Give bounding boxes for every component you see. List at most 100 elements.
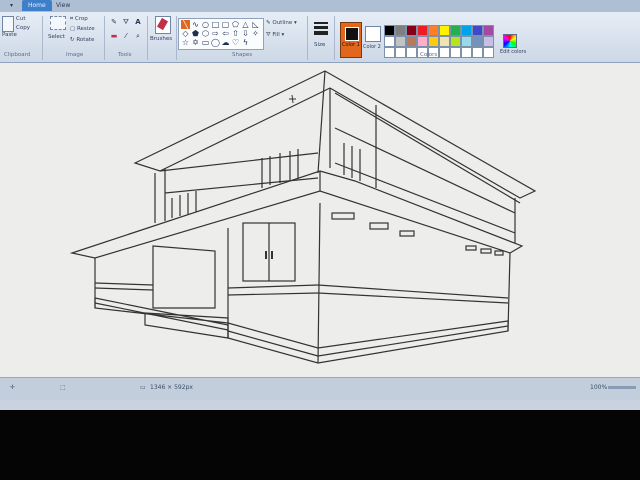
palette-swatch[interactable] bbox=[428, 36, 439, 47]
size-icon[interactable] bbox=[314, 22, 328, 37]
callout-rect-shape-icon[interactable]: ▭ bbox=[201, 38, 210, 47]
size-button[interactable]: Size bbox=[314, 42, 325, 48]
palette-swatch[interactable] bbox=[395, 47, 406, 58]
arrow-right-shape-icon[interactable]: ⇨ bbox=[211, 29, 220, 38]
tab-view[interactable]: View bbox=[50, 0, 76, 11]
palette-swatch[interactable] bbox=[472, 36, 483, 47]
palette-swatch[interactable] bbox=[483, 25, 494, 36]
palette-swatch[interactable] bbox=[472, 47, 483, 58]
cut-button[interactable]: Cut bbox=[16, 16, 25, 22]
palette-swatch[interactable] bbox=[406, 47, 417, 58]
color2-label: Color 2 bbox=[363, 44, 381, 50]
cursor-position-icon: ✛ bbox=[10, 384, 16, 391]
chevron-down-icon: ▾ bbox=[279, 32, 285, 38]
select-icon[interactable] bbox=[50, 16, 66, 30]
status-bar: ✛ ⬚ ▭ 1346 × 592px 100% bbox=[0, 377, 640, 400]
rotate-button[interactable]: ↻ Rotate bbox=[70, 37, 94, 43]
outline-button[interactable]: ✎ Outline ▾ bbox=[266, 20, 297, 26]
brushes-icon[interactable] bbox=[155, 16, 171, 34]
arrow-up-shape-icon[interactable]: ⇧ bbox=[231, 29, 240, 38]
palette-swatch[interactable] bbox=[406, 36, 417, 47]
palette-swatch[interactable] bbox=[439, 36, 450, 47]
palette-swatch[interactable] bbox=[384, 36, 395, 47]
paste-icon[interactable] bbox=[2, 16, 14, 32]
color2-button[interactable] bbox=[365, 26, 381, 42]
palette-swatch[interactable] bbox=[461, 47, 472, 58]
outline-label: Outline bbox=[272, 20, 293, 26]
palette-swatch[interactable] bbox=[439, 25, 450, 36]
palette-swatch[interactable] bbox=[439, 47, 450, 58]
tab-file[interactable]: ▾ bbox=[4, 0, 19, 11]
paste-button[interactable]: Paste bbox=[2, 32, 17, 38]
star-four-shape-icon[interactable]: ✧ bbox=[251, 29, 260, 38]
palette-swatch[interactable] bbox=[450, 36, 461, 47]
crop-button[interactable]: ⌗ Crop bbox=[70, 16, 88, 23]
palette-swatch[interactable] bbox=[483, 36, 494, 47]
diamond-shape-icon[interactable]: ◇ bbox=[181, 29, 190, 38]
color1-label: Color 1 bbox=[342, 42, 360, 48]
palette-swatch[interactable] bbox=[395, 25, 406, 36]
drawing-canvas[interactable] bbox=[0, 63, 640, 377]
text-tool-icon[interactable]: A bbox=[134, 18, 142, 26]
brushes-button[interactable]: Brushes bbox=[150, 36, 172, 42]
pencil-icon[interactable]: ✎ bbox=[110, 18, 118, 26]
zoom-level: 100% bbox=[590, 384, 608, 391]
palette-swatch[interactable] bbox=[384, 47, 395, 58]
arrow-left-shape-icon[interactable]: ⇦ bbox=[221, 29, 230, 38]
color-picker-icon[interactable]: ⁄ bbox=[122, 32, 130, 40]
oval-shape-icon[interactable]: ○ bbox=[201, 20, 210, 29]
palette-swatch[interactable] bbox=[450, 25, 461, 36]
fill-button[interactable]: ⛛ Fill ▾ bbox=[266, 32, 284, 39]
separator bbox=[147, 16, 148, 60]
arrow-down-shape-icon[interactable]: ⇩ bbox=[241, 29, 250, 38]
palette-swatch[interactable] bbox=[395, 36, 406, 47]
color1-button[interactable]: Color 1 bbox=[340, 22, 362, 58]
star-six-shape-icon[interactable]: ✡ bbox=[191, 38, 200, 47]
palette-swatch[interactable] bbox=[461, 36, 472, 47]
lightning-shape-icon[interactable]: ϟ bbox=[241, 38, 250, 47]
magnifier-icon[interactable]: ⌕ bbox=[134, 32, 142, 40]
palette-swatch[interactable] bbox=[384, 25, 395, 36]
paint-window: ▾ Home View Paste Cut Copy Clipboard Sel… bbox=[0, 0, 640, 410]
rotate-label: Rotate bbox=[76, 37, 95, 43]
palette-swatch[interactable] bbox=[483, 47, 494, 58]
chevron-down-icon: ▾ bbox=[292, 20, 297, 26]
heart-shape-icon[interactable]: ♡ bbox=[231, 38, 240, 47]
palette-swatch[interactable] bbox=[450, 47, 461, 58]
shapes-gallery[interactable]: ╲ ∿ ○ □ ▢ ⬠ △ ◺ ◇ ⬟ ⬡ ⇨ ⇦ ⇧ ⇩ ✧ ☆ ✡ ▭ ◯ … bbox=[178, 18, 264, 50]
separator bbox=[42, 16, 43, 60]
right-triangle-shape-icon[interactable]: ◺ bbox=[251, 20, 260, 29]
palette-swatch[interactable] bbox=[417, 36, 428, 47]
separator bbox=[334, 16, 335, 60]
palette-swatch[interactable] bbox=[461, 25, 472, 36]
hexagon-shape-icon[interactable]: ⬡ bbox=[201, 29, 210, 38]
star-five-shape-icon[interactable]: ☆ bbox=[181, 38, 190, 47]
copy-button[interactable]: Copy bbox=[16, 25, 30, 31]
rounded-rectangle-shape-icon[interactable]: ▢ bbox=[221, 20, 230, 29]
zoom-slider[interactable] bbox=[608, 386, 636, 389]
color1-swatch bbox=[345, 27, 359, 41]
palette-swatch[interactable] bbox=[472, 25, 483, 36]
polygon-shape-icon[interactable]: ⬠ bbox=[231, 20, 240, 29]
palette-swatch[interactable] bbox=[406, 25, 417, 36]
triangle-shape-icon[interactable]: △ bbox=[241, 20, 250, 29]
palette-swatch[interactable] bbox=[417, 25, 428, 36]
callout-oval-shape-icon[interactable]: ◯ bbox=[211, 38, 220, 47]
curve-shape-icon[interactable]: ∿ bbox=[191, 20, 200, 29]
line-shape-icon[interactable]: ╲ bbox=[181, 20, 190, 29]
eraser-icon[interactable]: ▬ bbox=[110, 32, 118, 40]
edit-colors-icon[interactable] bbox=[503, 34, 517, 48]
rectangle-shape-icon[interactable]: □ bbox=[211, 20, 220, 29]
select-button[interactable]: Select bbox=[48, 34, 65, 40]
tab-home[interactable]: Home bbox=[22, 0, 52, 11]
resize-button[interactable]: ▢ Resize bbox=[70, 26, 95, 32]
edit-colors-button[interactable]: Edit colors bbox=[500, 49, 526, 55]
house-perspective-drawing bbox=[69, 70, 537, 364]
fill-bucket-icon[interactable]: ⛛ bbox=[122, 18, 130, 26]
palette-swatch[interactable] bbox=[428, 25, 439, 36]
clipboard-group-label: Clipboard bbox=[4, 52, 31, 58]
callout-cloud-shape-icon[interactable]: ☁ bbox=[221, 38, 230, 47]
pentagon-shape-icon[interactable]: ⬟ bbox=[191, 29, 200, 38]
separator bbox=[307, 16, 308, 60]
fill-label: Fill bbox=[272, 32, 280, 38]
